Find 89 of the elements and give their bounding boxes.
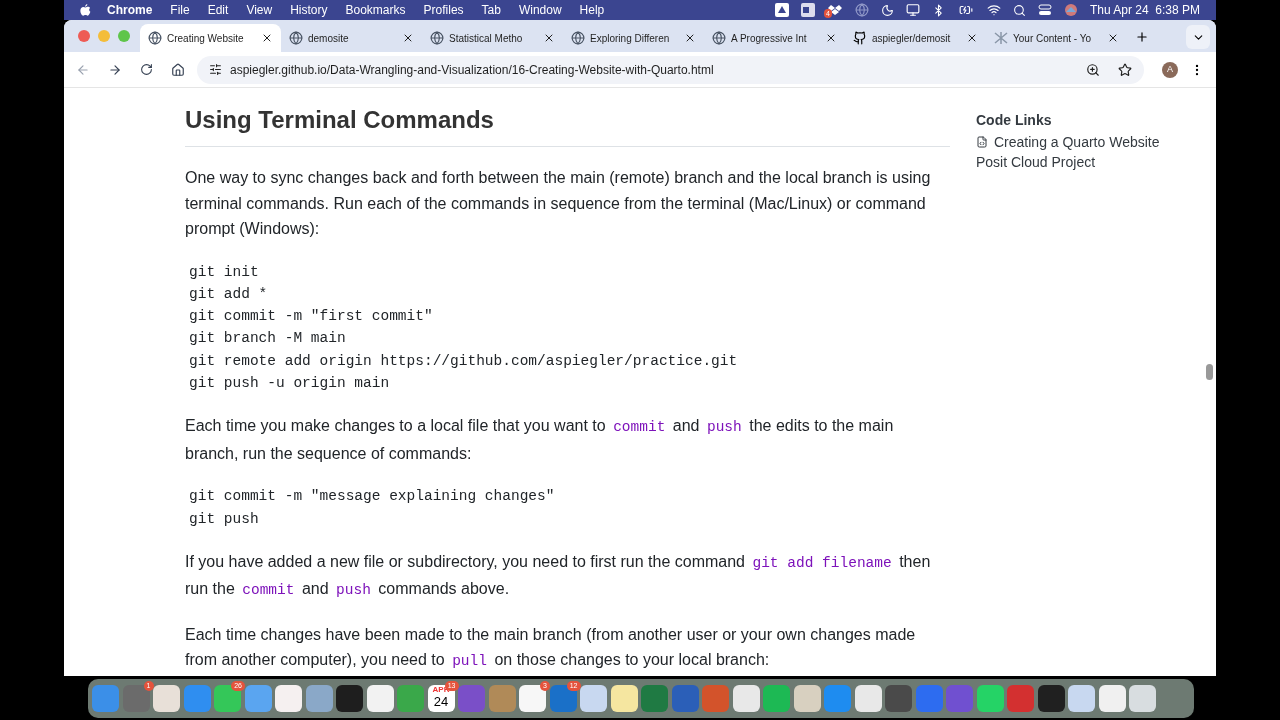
close-icon[interactable] <box>1107 32 1119 44</box>
app-icon[interactable] <box>153 685 180 712</box>
new-tab-icon[interactable] <box>1135 30 1149 44</box>
app-icon[interactable] <box>1037 685 1065 712</box>
app-icon[interactable] <box>854 685 882 712</box>
app-icon[interactable] <box>305 685 333 712</box>
close-icon[interactable] <box>402 32 414 44</box>
app-icon[interactable] <box>336 685 363 712</box>
close-icon[interactable] <box>684 32 696 44</box>
code-lines: git commit -m "message explaining changes" git push <box>188 487 556 529</box>
browser-tab[interactable]: Statistical Metho <box>422 24 563 52</box>
forward-icon[interactable] <box>108 62 122 77</box>
menu-item[interactable]: Chrome <box>107 1 153 19</box>
menu-item[interactable]: View <box>246 1 273 19</box>
menu-item[interactable]: Bookmarks <box>345 1 406 19</box>
scrollbar-thumb[interactable] <box>1206 364 1213 380</box>
code-file-icon <box>976 136 988 148</box>
app-icon[interactable] <box>1068 685 1095 712</box>
address-field[interactable]: aspiegler.github.io/Data-Wrangling-and-Visualization/16-Creating-Website-with-Quarto.html <box>197 55 1144 84</box>
paragraph: Each time changes have been made to the main branch (from another user or your own changes made from another computer), you need to pull on those changes to your local branch: <box>185 624 917 672</box>
apple-logo-icon[interactable] <box>80 3 91 17</box>
sidebar-link[interactable]: Posit Cloud Project <box>976 152 1160 172</box>
paragraph: If you have added a new file or subdirectory, you need to first run the command git add filename then run the commit and push commands above. <box>185 551 932 601</box>
close-icon[interactable] <box>261 32 273 44</box>
paragraph: One way to sync changes back and forth between the main (remote) branch and the local branch is using terminal commands. Run each of the commands in sequence from the terminal (Mac/Linux) or command prompt (Windows): <box>185 168 932 239</box>
display-icon[interactable] <box>905 3 920 17</box>
menu-item[interactable]: Window <box>518 1 562 19</box>
moon-icon[interactable] <box>880 3 894 17</box>
app-icon[interactable] <box>793 685 821 712</box>
url-text: aspiegler.github.io/Data-Wrangling-and-Visualization/16-Creating-Website-with-Quarto.html <box>230 61 714 79</box>
tab-list-button[interactable] <box>1186 25 1210 49</box>
github-icon <box>853 31 867 45</box>
app-icon[interactable] <box>885 685 912 712</box>
menu-item[interactable]: Profiles <box>423 1 464 19</box>
tab-title: Creating Website <box>167 31 245 46</box>
tab-title: Statistical Metho <box>449 31 524 46</box>
app-icon[interactable] <box>214 685 241 712</box>
app-icon[interactable] <box>1098 685 1126 712</box>
globe-icon <box>430 31 444 45</box>
menu-item[interactable]: Help <box>579 1 605 19</box>
browser-tab[interactable]: A Progressive Int <box>704 24 845 52</box>
sidebar-link[interactable]: Creating a Quarto Website <box>976 132 1160 152</box>
globe-icon <box>289 31 303 45</box>
close-window-button[interactable] <box>78 30 90 42</box>
app-icon[interactable] <box>976 685 1004 712</box>
menu-item[interactable]: History <box>290 1 328 19</box>
close-icon[interactable] <box>543 32 555 44</box>
globe-icon <box>148 31 162 45</box>
tab-title: Your Content - Yo <box>1013 31 1093 46</box>
app-icon[interactable] <box>732 685 760 712</box>
site-settings-icon[interactable] <box>209 63 222 76</box>
tab-title: A Progressive Int <box>731 31 808 46</box>
calendar-day: 24 <box>433 694 449 710</box>
back-icon[interactable] <box>76 62 90 77</box>
close-icon[interactable] <box>966 32 978 44</box>
reload-icon[interactable] <box>140 63 153 76</box>
zoom-icon[interactable] <box>1086 62 1100 77</box>
paragraph: Each time you make changes to a local file that you want to commit and push the edits to the main branch, run the sequence of commands: <box>185 416 895 464</box>
tab-title: aspiegler/demosit <box>872 31 952 46</box>
section-heading: Using Terminal Commands <box>185 104 950 147</box>
app-icon[interactable] <box>580 685 607 712</box>
app-icon[interactable] <box>1129 685 1156 712</box>
browser-tab[interactable]: aspiegler/demosit <box>845 24 986 52</box>
home-icon[interactable] <box>171 62 185 77</box>
bookmark-star-icon[interactable] <box>1118 62 1132 77</box>
code-lines: git init git add * git commit -m "first commit" git branch -M main git remote add origin https://github.com/aspiegler/practice.git git push -u origin main <box>188 262 739 393</box>
browser-tab[interactable]: Exploring Differen <box>563 24 704 52</box>
globe-icon <box>712 31 726 45</box>
menu-item[interactable]: File <box>170 1 190 19</box>
app-icon[interactable] <box>275 685 302 712</box>
wifi-icon[interactable] <box>986 3 1001 17</box>
browser-tab[interactable]: Creating Website <box>140 24 281 52</box>
profile-avatar[interactable]: A <box>1162 61 1178 78</box>
control-center-icon[interactable] <box>1037 3 1052 17</box>
menu-item[interactable]: Tab <box>481 1 501 19</box>
browser-tab[interactable]: demosite <box>281 24 422 52</box>
globe-icon <box>571 31 585 45</box>
menu-item[interactable]: Edit <box>207 1 229 19</box>
close-icon[interactable] <box>825 32 837 44</box>
search-icon[interactable] <box>1012 3 1026 17</box>
tab-title: demosite <box>308 31 350 46</box>
clock[interactable]: Thu Apr 24 6:38 PM <box>1089 1 1200 19</box>
app-icon[interactable] <box>610 685 638 712</box>
globe-icon[interactable] <box>854 3 869 17</box>
app-icon[interactable] <box>366 685 394 712</box>
sidebar-title: Code Links <box>976 111 1053 130</box>
app-icon[interactable] <box>519 685 546 712</box>
browser-tab[interactable]: Your Content - Yo <box>986 24 1127 52</box>
tab-title: Exploring Differen <box>590 31 671 46</box>
